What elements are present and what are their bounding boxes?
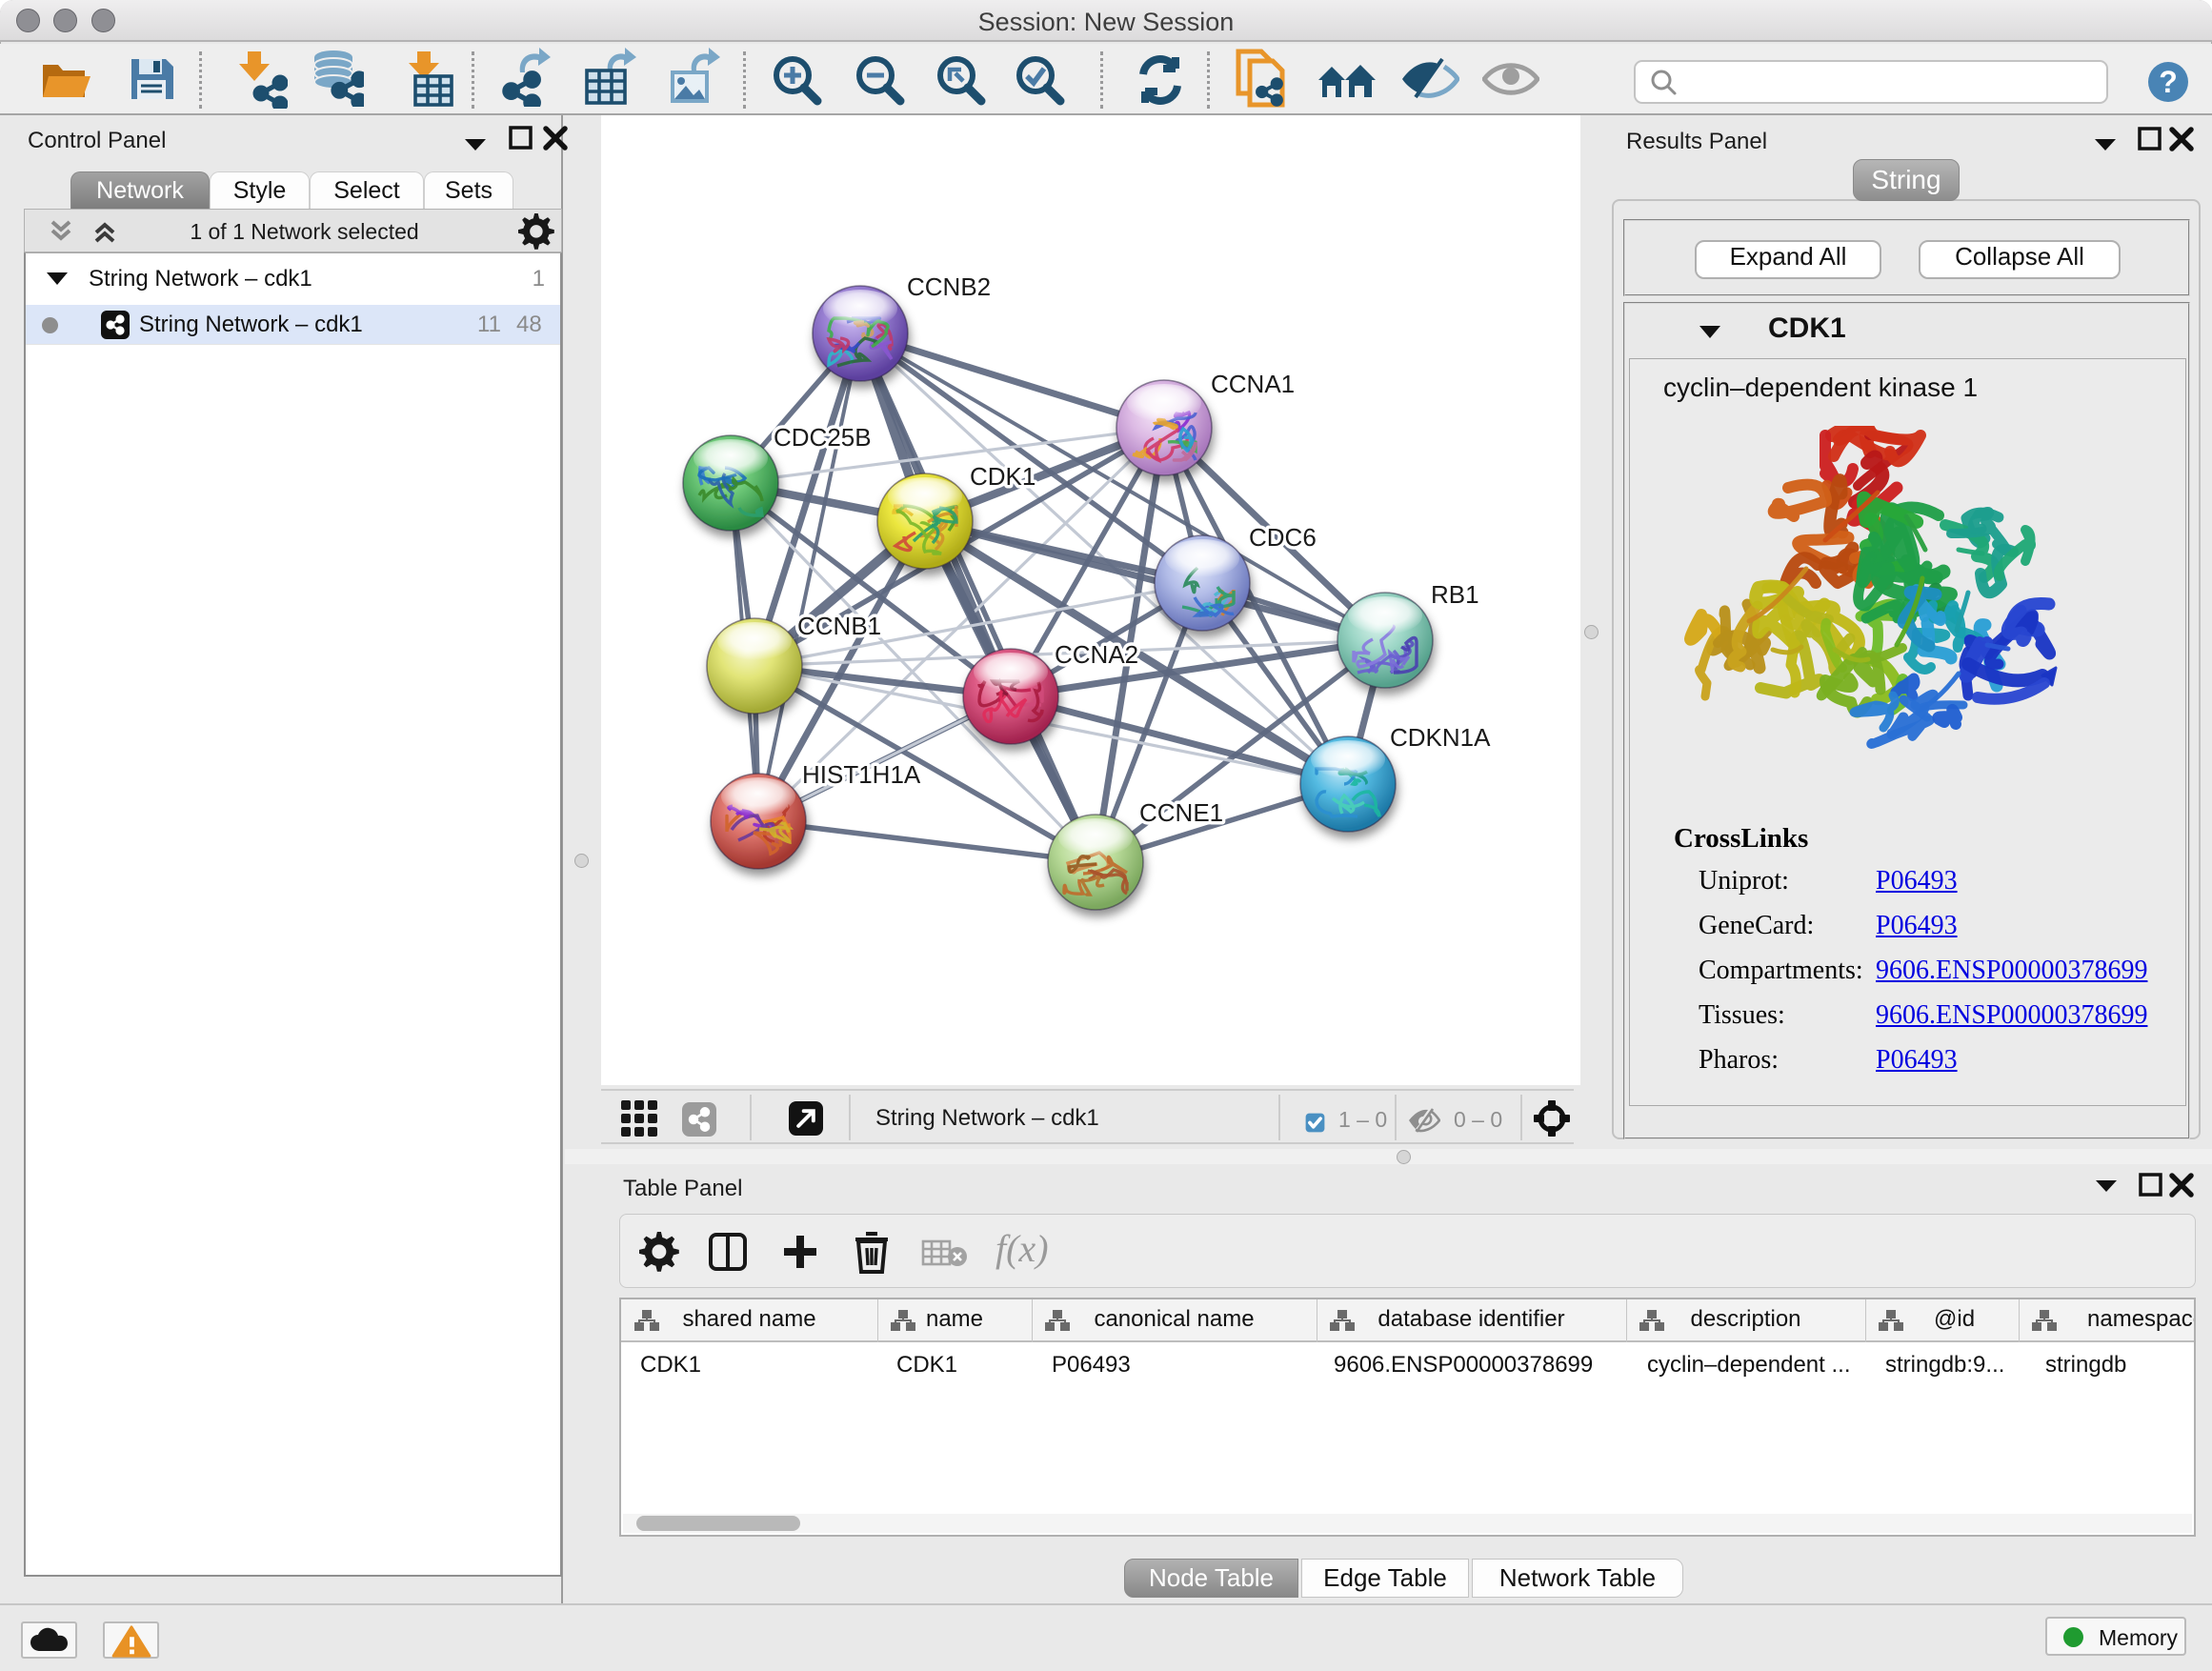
svg-text:?: ? [2159, 65, 2178, 99]
svg-text:CCNB2: CCNB2 [907, 272, 991, 301]
svg-text:HIST1H1A: HIST1H1A [802, 760, 921, 789]
svg-text:CDC25B: CDC25B [774, 423, 872, 452]
svg-text:RB1: RB1 [1431, 580, 1479, 609]
svg-text:CDK1: CDK1 [970, 462, 1036, 491]
svg-text:CDKN1A: CDKN1A [1390, 723, 1491, 752]
svg-text:CCNA1: CCNA1 [1211, 370, 1295, 398]
svg-text:CCNA2: CCNA2 [1055, 640, 1138, 669]
svg-text:CDC6: CDC6 [1249, 523, 1317, 552]
svg-text:CCNB1: CCNB1 [797, 612, 881, 640]
svg-text:CCNE1: CCNE1 [1139, 798, 1223, 827]
